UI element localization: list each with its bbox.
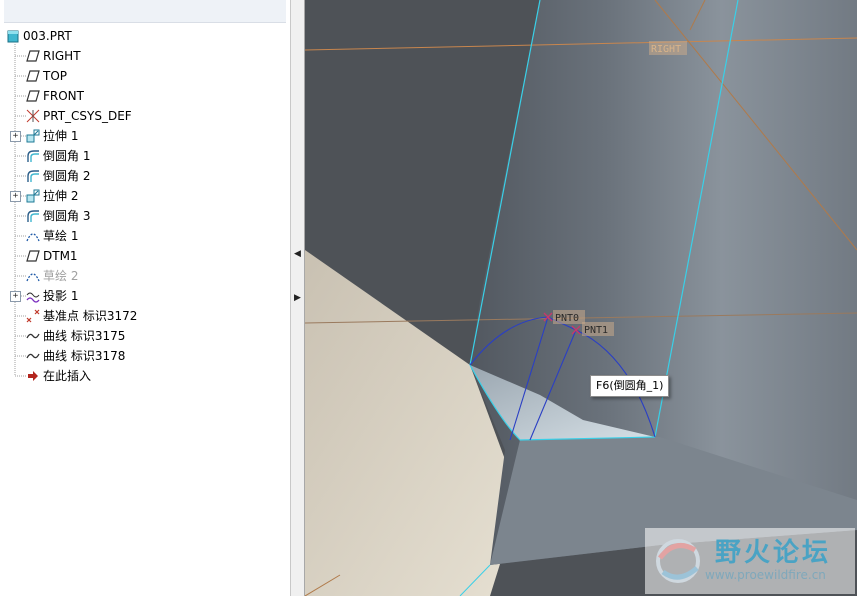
collapse-left-icon[interactable]: ◀ (293, 246, 302, 262)
tree-item-label: 在此插入 (43, 369, 92, 383)
tree-item[interactable]: 倒圆角 1 (26, 146, 90, 166)
tree-item[interactable]: 倒圆角 3 (26, 206, 90, 226)
insert-here-arrow-icon (26, 369, 40, 383)
expand-node-icon[interactable]: + (10, 291, 21, 302)
tree-item[interactable]: 投影 1 (26, 286, 78, 306)
round-icon (26, 149, 40, 163)
sketch-icon (26, 269, 40, 283)
tree-item-label: 草绘 2 (43, 269, 79, 283)
tree-item-label: 草绘 1 (43, 229, 79, 243)
tree-item-label: 基准点 标识3172 (43, 309, 138, 323)
datum-plane-icon (26, 249, 40, 263)
expand-right-icon[interactable]: ▶ (293, 290, 302, 306)
watermark-logo-icon (656, 539, 700, 583)
tree-item[interactable]: TOP (26, 66, 67, 86)
tree-item-label: 倒圆角 2 (43, 169, 91, 183)
tree-item-label: DTM1 (43, 249, 78, 263)
tree-item[interactable]: 拉伸 2 (26, 186, 78, 206)
part-icon (6, 29, 20, 43)
pnt0-label: PNT0 (555, 313, 579, 324)
tree-item-label: 倒圆角 3 (43, 209, 91, 223)
tree-item[interactable]: 基准点 标识3172 (26, 306, 137, 326)
watermark-url: www.proewildfire.cn (705, 568, 826, 582)
tree-item-label: 曲线 标识3178 (43, 349, 126, 363)
tree-item[interactable]: 在此插入 (26, 366, 91, 386)
tree-item-label: TOP (43, 69, 68, 83)
datum-plane-icon (26, 89, 40, 103)
forum-watermark: 野火论坛 www.proewildfire.cn (645, 528, 855, 594)
datum-point-icon (26, 309, 40, 323)
coordinate-system-icon (26, 109, 40, 123)
datum-plane-icon (26, 69, 40, 83)
tree-item-label: 003.PRT (23, 29, 72, 43)
tree-item-label: 曲线 标识3175 (43, 329, 126, 343)
model-view[interactable]: RIGHT PNT0 PNT1 (305, 0, 857, 596)
tree-item-label: 倒圆角 1 (43, 149, 91, 163)
tree-item-label: PRT_CSYS_DEF (43, 109, 132, 123)
panel-splitter[interactable]: ◀ ▶ (290, 0, 305, 596)
tree-item[interactable]: 曲线 标识3178 (26, 346, 125, 366)
watermark-title: 野火论坛 (715, 538, 832, 568)
tree-item-label: 投影 1 (43, 289, 79, 303)
tree-item-label: RIGHT (43, 49, 81, 63)
tree-item[interactable]: 草绘 2 (26, 266, 78, 286)
tree-item[interactable]: 拉伸 1 (26, 126, 78, 146)
round-icon (26, 169, 40, 183)
tree-item-label: 拉伸 1 (43, 129, 79, 143)
tree-item[interactable]: DTM1 (26, 246, 78, 266)
tree-item[interactable]: PRT_CSYS_DEF (26, 106, 132, 126)
feature-tooltip: F6(倒圆角_1) (590, 375, 670, 397)
curve-icon (26, 329, 40, 343)
extrude-icon (26, 189, 40, 203)
tree-item[interactable]: FRONT (26, 86, 84, 106)
graphics-viewport[interactable]: RIGHT PNT0 PNT1 (305, 0, 857, 596)
tree-item[interactable]: 草绘 1 (26, 226, 78, 246)
sketch-icon (26, 229, 40, 243)
expand-node-icon[interactable]: + (10, 191, 21, 202)
datum-plane-icon (26, 49, 40, 63)
right-plane-label: RIGHT (651, 44, 681, 55)
tree-item[interactable]: RIGHT (26, 46, 81, 66)
curve-icon (26, 349, 40, 363)
tree-item[interactable]: 曲线 标识3175 (26, 326, 125, 346)
tree-item-label: 拉伸 2 (43, 189, 79, 203)
pnt1-label: PNT1 (584, 325, 608, 336)
projection-icon (26, 289, 40, 303)
tree-item[interactable]: 倒圆角 2 (26, 166, 90, 186)
round-icon (26, 209, 40, 223)
model-tree-panel: 003.PRT RIGHT TOP FRONT PRT_CSYS_DEF 拉伸 1 + 倒圆角… (0, 0, 290, 596)
tree-item-label: FRONT (43, 89, 84, 103)
expand-node-icon[interactable]: + (10, 131, 21, 142)
extrude-icon (26, 129, 40, 143)
tree-root-item[interactable]: 003.PRT (6, 26, 72, 46)
